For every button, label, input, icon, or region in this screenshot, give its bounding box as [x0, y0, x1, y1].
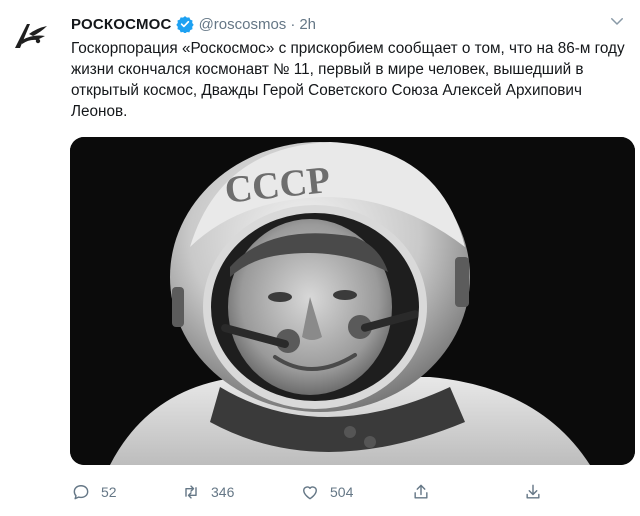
reply-button[interactable]: 52 [71, 480, 117, 504]
display-name[interactable]: РОСКОСМОС [71, 16, 172, 33]
reply-count: 52 [101, 484, 117, 500]
header-separator: · [290, 15, 296, 33]
chevron-down-icon[interactable] [608, 12, 626, 30]
retweet-count: 346 [211, 484, 235, 500]
retweet-button[interactable]: 346 [181, 480, 234, 504]
analytics-icon [526, 484, 540, 499]
avatar[interactable] [5, 12, 55, 62]
like-icon [303, 486, 317, 500]
tweet-photo[interactable]: СССР [70, 137, 635, 465]
account-handle[interactable]: @roscosmos [199, 16, 287, 33]
reply-icon [73, 485, 89, 500]
analytics-button[interactable] [523, 480, 543, 504]
roscosmos-logo-icon [15, 24, 47, 48]
like-count: 504 [330, 484, 354, 500]
tweet[interactable]: РОСКОСМОС @roscosmos · 2h Госкорпорация … [0, 0, 640, 516]
tweet-text: Госкорпорация «Роскосмос» с прискорбием … [71, 40, 625, 120]
share-icon [414, 484, 428, 499]
like-button[interactable]: 504 [300, 480, 353, 504]
tweet-actions: 52 346 504 [71, 480, 571, 504]
tweet-header: РОСКОСМОС @roscosmos · 2h [71, 13, 316, 35]
timestamp[interactable]: 2h [299, 16, 316, 33]
verified-badge-icon [175, 15, 194, 33]
retweet-icon [185, 485, 197, 499]
cosmonaut-photo: СССР [70, 137, 635, 465]
share-button[interactable] [411, 480, 431, 504]
